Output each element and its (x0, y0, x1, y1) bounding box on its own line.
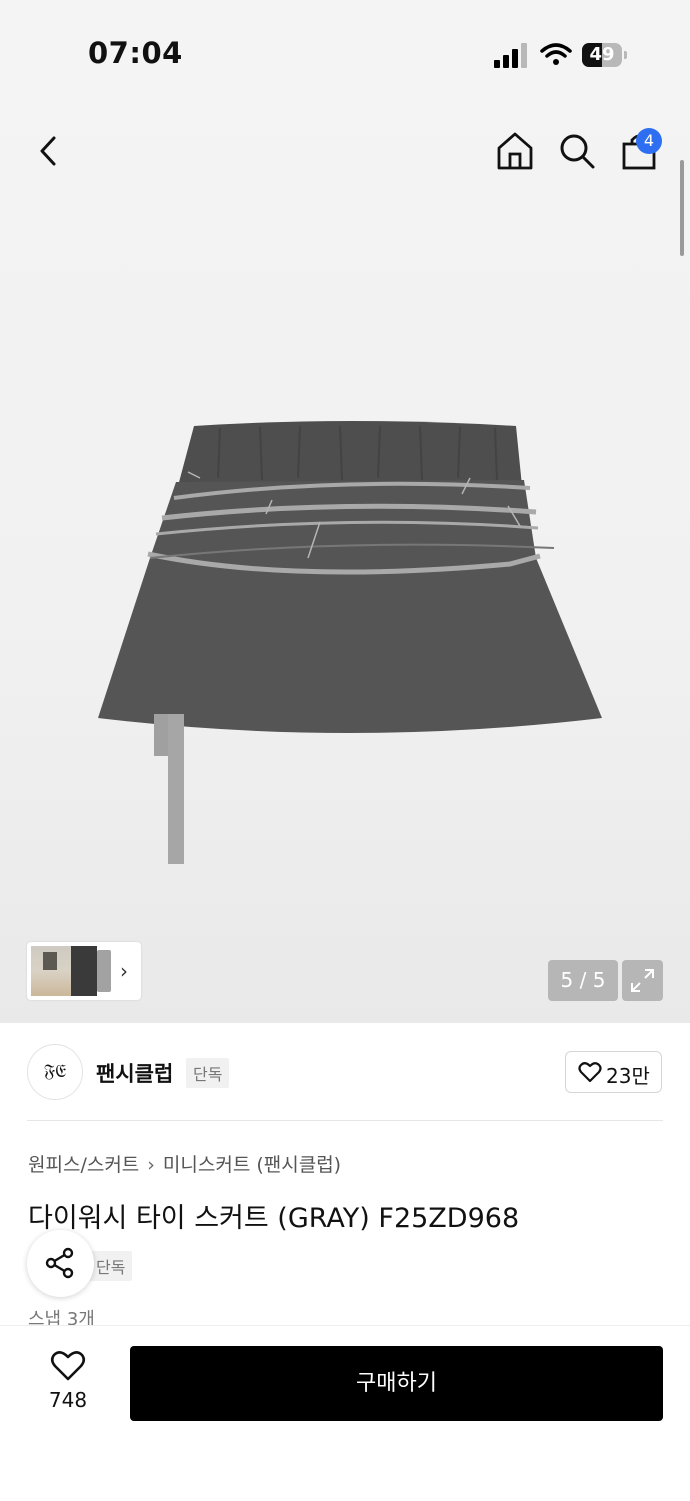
chevron-right-icon: › (120, 959, 128, 983)
breadcrumb: 원피스/스커트 › 미니스커트 (팬시클럽) (28, 1150, 341, 1177)
exclusive-badge: 단독 (186, 1058, 230, 1088)
share-button[interactable] (27, 1230, 94, 1297)
expand-icon (631, 969, 654, 992)
brand-name[interactable]: 팬시클럽 (96, 1058, 173, 1088)
product-image (98, 421, 602, 864)
thumbnail-image (97, 950, 111, 992)
thumbnail-image (31, 946, 71, 996)
cart-count-badge: 4 (636, 128, 662, 154)
expand-button[interactable] (622, 960, 663, 1001)
heart-icon (578, 1062, 602, 1083)
cellular-signal-icon (494, 42, 528, 68)
share-icon (45, 1247, 74, 1279)
brand-like-button[interactable]: 23만 (565, 1051, 662, 1093)
wifi-icon (540, 43, 572, 65)
product-title: 다이워시 타이 스커트 (GRAY) F25ZD968 (28, 1203, 520, 1234)
wishlist-count: 748 (48, 1388, 88, 1412)
breadcrumb-category[interactable]: 원피스/스커트 (28, 1154, 139, 1176)
back-icon (40, 136, 56, 166)
thumbnail-image (71, 946, 97, 996)
thumbnail-strip-button[interactable]: › (27, 942, 141, 1000)
battery-icon: 49 (582, 43, 622, 67)
scrollbar[interactable] (680, 160, 684, 256)
brand-logo[interactable]: 𝔉𝔈 (27, 1044, 83, 1100)
breadcrumb-subcategory[interactable]: 미니스커트 (팬시클럽) (163, 1154, 341, 1176)
image-counter: 5 / 5 (548, 960, 618, 1001)
battery-level: 49 (589, 44, 615, 65)
status-time: 07:04 (88, 36, 183, 70)
chevron-right-icon: › (147, 1154, 155, 1176)
buy-button[interactable]: 구매하기 (130, 1346, 663, 1421)
search-icon (560, 134, 595, 169)
home-button[interactable] (494, 130, 536, 172)
status-bar: 07:04 49 (0, 0, 690, 110)
divider (27, 1120, 663, 1121)
home-icon (497, 132, 533, 170)
heart-icon (50, 1351, 86, 1381)
back-button[interactable] (28, 130, 70, 172)
search-button[interactable] (556, 130, 598, 172)
wishlist-button[interactable]: 748 (40, 1350, 96, 1420)
brand-like-count: 23만 (606, 1064, 650, 1088)
battery-tip (624, 51, 627, 59)
